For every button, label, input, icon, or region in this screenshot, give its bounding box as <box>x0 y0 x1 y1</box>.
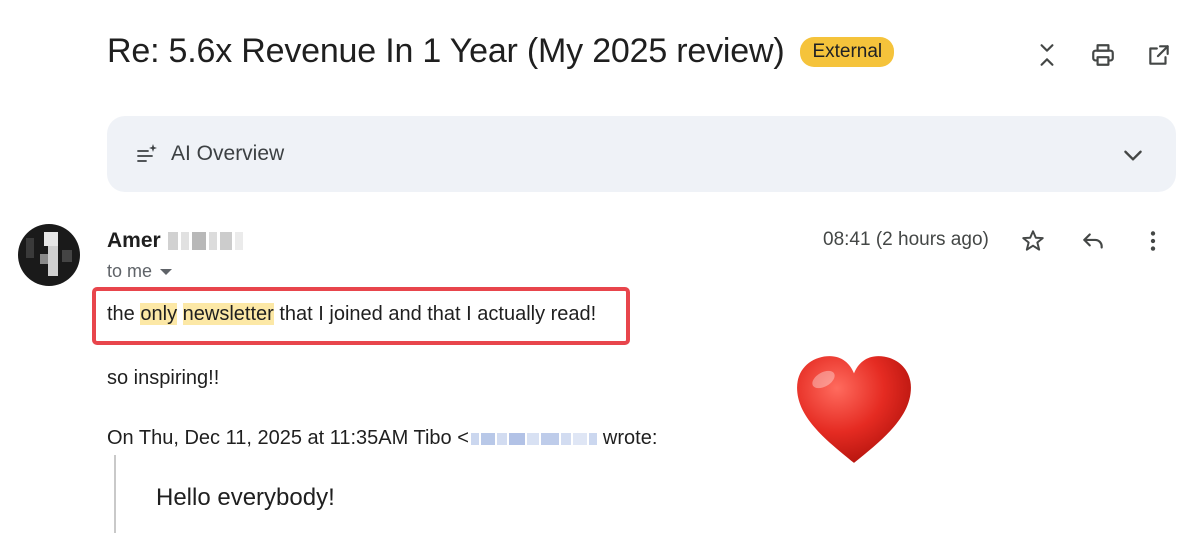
redacted-sender-surname <box>168 232 246 250</box>
sender-name[interactable]: Amer <box>107 229 161 253</box>
recipient-details-toggle[interactable]: to me <box>107 261 173 282</box>
external-label-badge[interactable]: External <box>800 36 895 67</box>
open-new-window-icon[interactable] <box>1146 40 1172 70</box>
reply-icon[interactable] <box>1080 226 1106 256</box>
redacted-email-address[interactable] <box>470 430 597 448</box>
more-options-icon[interactable] <box>1140 226 1166 256</box>
thread-actions <box>1034 40 1172 70</box>
message-body-line-2: so inspiring!! <box>107 367 220 389</box>
ai-overview-panel[interactable]: AI Overview <box>107 116 1176 192</box>
caret-down-icon <box>160 268 173 275</box>
sender-avatar[interactable] <box>18 224 80 286</box>
email-subject: Re: 5.6x Revenue In 1 Year (My 2025 revi… <box>107 32 785 70</box>
heart-emoji <box>797 356 911 463</box>
collapse-icon[interactable] <box>1034 40 1060 70</box>
ai-overview-label: AI Overview <box>171 142 285 165</box>
message-timestamp: 08:41 (2 hours ago) <box>823 229 989 250</box>
quoted-text: Hello everybody! <box>156 484 335 511</box>
message-actions <box>1020 226 1166 256</box>
search-highlight-newsletter: newsletter <box>182 303 274 325</box>
message-body-line-1: the only newsletter that I joined and th… <box>107 303 597 325</box>
quote-header: On Thu, Dec 11, 2025 at 11:35AM Tibo < w… <box>107 427 658 449</box>
subject-row: Re: 5.6x Revenue In 1 Year (My 2025 revi… <box>107 32 895 71</box>
recipient-label: to me <box>107 261 153 281</box>
quote-bar <box>114 455 116 533</box>
star-icon[interactable] <box>1020 226 1046 256</box>
chevron-down-icon[interactable] <box>1120 142 1146 168</box>
ai-sparkle-list-icon <box>137 144 157 162</box>
search-highlight-only: only <box>140 303 178 325</box>
print-icon[interactable] <box>1090 40 1116 70</box>
